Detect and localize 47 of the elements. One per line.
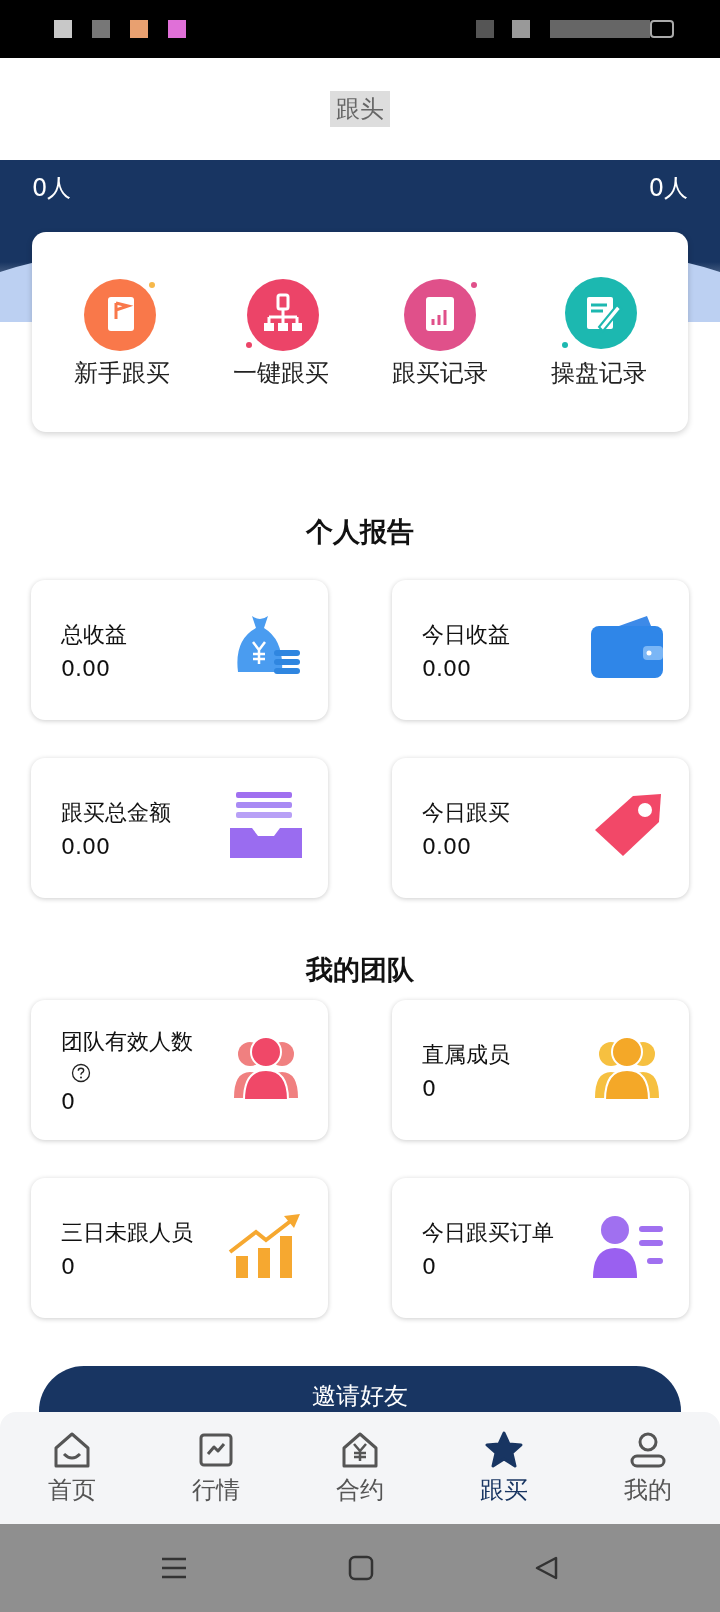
stat-value: 0 bbox=[422, 1253, 436, 1279]
page-title: 跟头 bbox=[330, 91, 390, 127]
menu-icon[interactable] bbox=[160, 1556, 188, 1580]
yen-house-icon bbox=[340, 1430, 380, 1470]
stat-value: 0.00 bbox=[422, 833, 471, 859]
stat-value: 0.00 bbox=[61, 833, 110, 859]
tab[interactable]: 我的 bbox=[593, 1430, 703, 1506]
star-icon bbox=[484, 1430, 524, 1470]
back-icon[interactable] bbox=[534, 1555, 560, 1581]
member-count: 0人 bbox=[648, 173, 688, 204]
stat-value: 0 bbox=[61, 1253, 75, 1279]
stat-card[interactable]: 三日未跟人员 0 bbox=[31, 1178, 328, 1318]
section-heading: 我的团队 bbox=[304, 954, 415, 986]
home-square-icon[interactable] bbox=[348, 1555, 374, 1581]
section-heading: 个人报告 bbox=[305, 516, 415, 548]
member-count: 0人 bbox=[32, 173, 72, 204]
quick-action[interactable]: 跟买记录 bbox=[391, 275, 488, 389]
quick-action[interactable]: 一键跟买 bbox=[232, 275, 329, 389]
tab[interactable]: 行情 bbox=[161, 1430, 271, 1506]
stat-label: 今日跟买订单 bbox=[422, 1218, 554, 1247]
stat-card[interactable]: 直属成员 0 bbox=[392, 1000, 689, 1140]
stat-label: 团队有效人数 bbox=[61, 1027, 193, 1056]
stat-card[interactable]: 今日跟买订单 0 bbox=[392, 1178, 689, 1318]
quick-action[interactable]: 操盘记录 bbox=[550, 275, 647, 389]
stat-card[interactable]: 跟买总金额 0.00 bbox=[31, 758, 328, 898]
stat-value: 0 bbox=[422, 1075, 436, 1101]
invite-button[interactable]: 邀请好友 bbox=[39, 1366, 681, 1412]
stat-label: 今日收益 bbox=[422, 620, 510, 649]
stat-card[interactable]: 今日跟买 0.00 bbox=[392, 758, 689, 898]
home-icon bbox=[52, 1430, 92, 1470]
stat-label: 总收益 bbox=[61, 620, 127, 649]
tab[interactable]: 合约 bbox=[305, 1430, 415, 1506]
stat-value: 0.00 bbox=[61, 655, 110, 681]
tab[interactable]: 跟买 bbox=[449, 1430, 559, 1506]
stat-label: 今日跟买 bbox=[422, 798, 510, 827]
stat-card[interactable]: 团队有效人数 0 bbox=[31, 1000, 328, 1140]
stat-card[interactable]: 总收益 0.00 bbox=[31, 580, 328, 720]
tab[interactable]: 首页 bbox=[17, 1430, 127, 1506]
stat-label: 直属成员 bbox=[422, 1040, 510, 1069]
stat-value: 0 bbox=[61, 1088, 75, 1114]
help-icon[interactable] bbox=[71, 1062, 91, 1083]
stat-card[interactable]: 今日收益 0.00 bbox=[392, 580, 689, 720]
user-icon bbox=[628, 1430, 668, 1470]
stat-value: 0.00 bbox=[422, 655, 471, 681]
quick-action[interactable]: 新手跟买 bbox=[73, 275, 170, 389]
stat-label: 三日未跟人员 bbox=[61, 1218, 193, 1247]
stat-label: 跟买总金额 bbox=[61, 798, 171, 827]
